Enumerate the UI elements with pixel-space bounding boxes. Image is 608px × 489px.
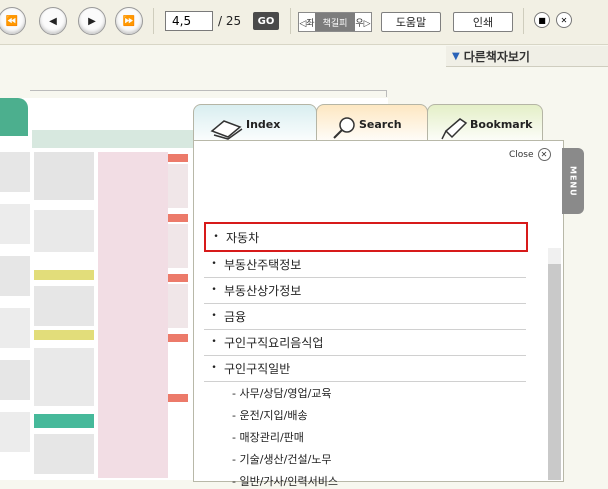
page-column [98,152,168,480]
first-page-button[interactable]: ⏪ [0,7,26,35]
tab-index[interactable]: Index [193,104,317,145]
book-page-edges [30,90,387,97]
book-icon [210,120,243,140]
book-header-tab [0,98,28,136]
go-button[interactable]: GO [253,12,279,30]
index-item[interactable]: • 구인구직일반 [204,355,526,382]
bullet-icon: • [211,259,217,269]
page-column [34,152,94,480]
index-item-label: 금융 [224,309,247,324]
sub-item[interactable]: - 운전/지입/배송 [232,407,308,423]
index-item[interactable]: • 부동산상가정보 [204,277,526,304]
index-item[interactable]: • 자동차 [204,222,528,252]
prev-page-button[interactable]: ◀ [39,7,67,35]
scrollbar-thumb[interactable] [548,264,561,480]
bullet-icon: • [211,363,217,373]
page-column [0,152,30,480]
close-icon: ✕ [537,148,551,161]
index-item[interactable]: • 구인구직요리음식업 [204,329,526,356]
direction-right-button[interactable]: 우▷ [355,13,371,31]
close-icon: ✕ [560,15,568,25]
close-panel-button[interactable]: Close ✕ [509,148,551,161]
menu-tab[interactable]: MENU [562,148,584,214]
scrollbar[interactable] [548,248,561,480]
index-item-label: 구인구직요리음식업 [224,335,324,350]
close-window-button[interactable]: ✕ [556,12,572,28]
direction-left-button[interactable]: ◁좌 [299,13,315,31]
sub-item[interactable]: - 기술/생산/건설/노무 [232,451,332,467]
prev-icon: ◀ [49,15,57,27]
fast-forward-icon: ⏩ [122,15,136,27]
bullet-icon: • [211,337,217,347]
tag-icon [441,118,468,140]
print-button[interactable]: 인쇄 [453,12,513,32]
magnifier-icon [333,117,355,139]
page-total: / 25 [218,14,242,28]
close-label: Close [509,149,534,160]
divider [290,8,291,34]
divider [523,8,524,34]
page-column [168,152,188,480]
tab-index-label: Index [246,118,281,131]
other-books-label: 다른책자보기 [463,49,530,64]
direction-label: 책길피 [315,13,355,31]
next-icon: ▶ [88,15,96,27]
rewind-icon: ⏪ [5,15,19,27]
page-direction-control[interactable]: ◁좌 책길피 우▷ [298,12,372,32]
tab-search[interactable]: Search [316,104,428,145]
sub-item[interactable]: - 매장관리/판매 [232,429,304,445]
help-button[interactable]: 도움말 [381,12,441,32]
tab-bookmark-label: Bookmark [470,118,533,131]
triangle-down-icon: ▼ [452,50,460,62]
index-item[interactable]: • 부동산주택정보 [204,251,526,278]
tab-bookmark[interactable]: Bookmark [427,104,543,145]
bullet-icon: • [213,232,219,242]
other-books-dropdown[interactable]: ▼ 다른책자보기 [446,46,608,67]
index-item-label: 구인구직일반 [224,361,291,376]
square-icon: ■ [538,15,546,25]
last-page-button[interactable]: ⏩ [115,7,143,35]
window-button[interactable]: ■ [534,12,550,28]
index-item-label: 자동차 [226,230,260,245]
bullet-icon: • [211,311,217,321]
index-item-label: 부동산상가정보 [224,283,302,298]
sub-item[interactable]: - 사무/상담/영업/교육 [232,385,332,401]
next-page-button[interactable]: ▶ [78,7,106,35]
index-item[interactable]: • 금융 [204,303,526,330]
divider [153,8,154,34]
index-item-label: 부동산주택정보 [224,257,302,272]
bullet-icon: • [211,285,217,295]
tab-search-label: Search [359,118,402,131]
toolbar: ⏪ ◀ ▶ ⏩ 4,5 / 25 GO ◁좌 책길피 우▷ 도움말 인쇄 ■ ✕ [0,0,608,45]
page-number-input[interactable]: 4,5 [165,11,213,31]
sub-item[interactable]: - 일반/가사/인력서비스 [232,473,338,489]
